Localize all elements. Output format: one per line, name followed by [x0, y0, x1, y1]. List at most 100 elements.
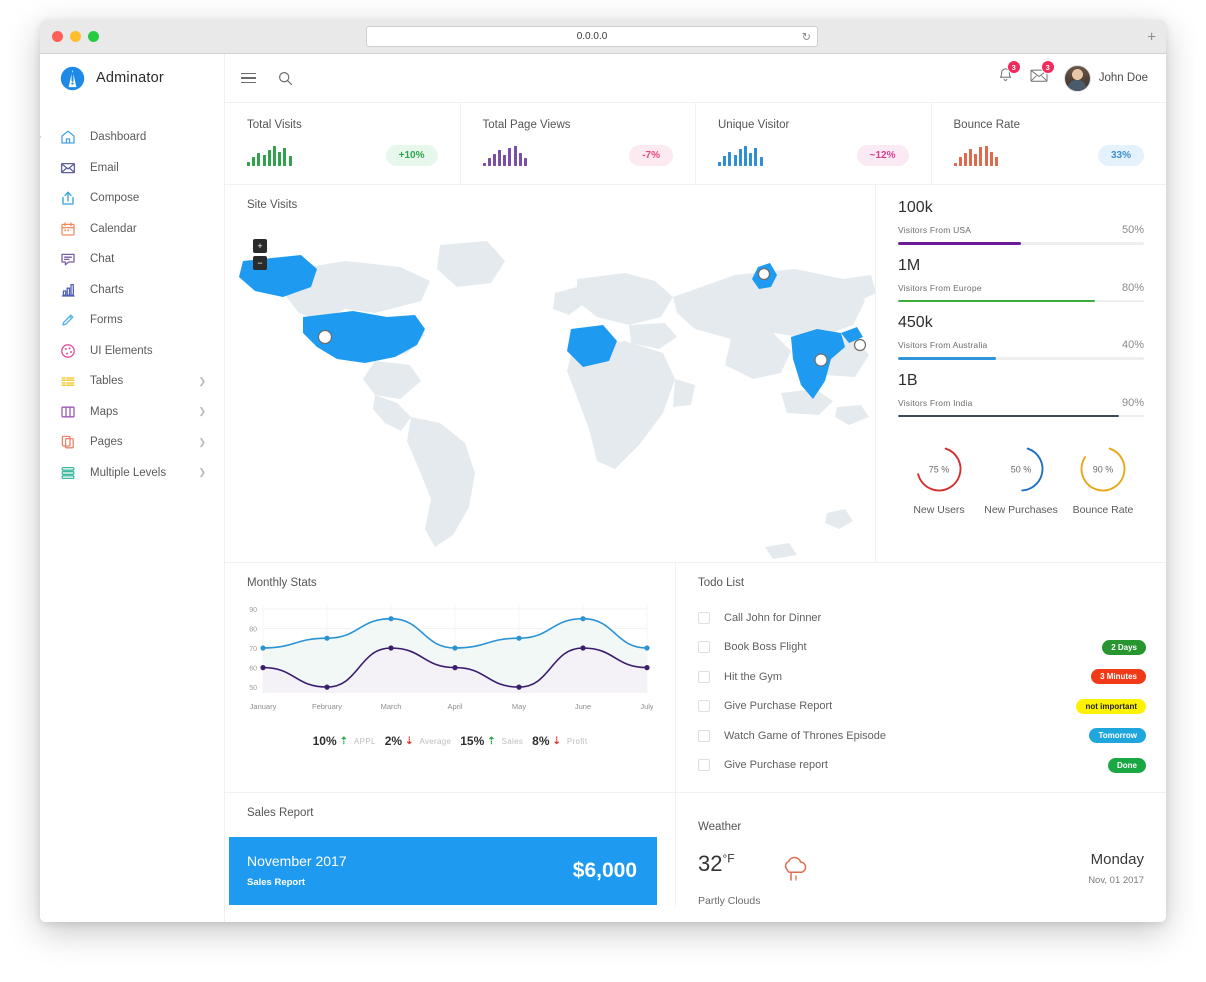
todo-badge: 3 Minutes [1091, 669, 1146, 685]
sidebar-item-label: Charts [90, 283, 124, 296]
todo-item[interactable]: Give Purchase Report not important [698, 692, 1146, 722]
brand[interactable]: Adminator [40, 54, 224, 102]
sales-weather-row: Sales Report November 2017 Sales Report … [225, 793, 1166, 907]
chevron-right-icon: ❯ [198, 436, 206, 447]
stat-card-badge: +10% [385, 145, 438, 166]
todo-badge: not important [1076, 698, 1146, 714]
sidebar-item-tables[interactable]: Tables ❯ [40, 366, 224, 397]
visitor-label: Visitors From India [898, 397, 973, 408]
reload-icon[interactable]: ↻ [802, 30, 811, 43]
visitor-stat: 1M Visitors From Europe 80% [898, 256, 1144, 302]
todo-item[interactable]: Watch Game of Thrones Episode Tomorrow [698, 721, 1146, 751]
chart-footer-value: 10% [312, 734, 337, 748]
todo-checkbox[interactable] [698, 729, 710, 742]
map-zoom-out-button[interactable]: − [253, 256, 267, 270]
sidebar-item-maps[interactable]: Maps ❯ [40, 397, 224, 428]
chat-icon [61, 254, 75, 266]
sidebar-item-chat[interactable]: Chat [40, 244, 224, 275]
svg-text:July: July [640, 702, 653, 711]
map-zoom-in-button[interactable]: + [253, 239, 267, 253]
site-visits-title: Site Visits [247, 199, 298, 211]
stat-card-title: Total Visits [247, 119, 302, 131]
sidebar-item-calendar[interactable]: Calendar [40, 214, 224, 245]
pencil-icon [62, 314, 74, 326]
todo-checkbox[interactable] [698, 611, 710, 624]
sidebar-item-label: Dashboard [90, 131, 147, 144]
todo-item[interactable]: Give Purchase report Done [698, 751, 1146, 781]
visitor-label: Visitors From Europe [898, 282, 982, 293]
progress-fill [898, 242, 1021, 245]
window-controls[interactable] [40, 31, 99, 42]
sidebar-item-label: Email [90, 161, 119, 174]
search-icon[interactable] [278, 71, 293, 86]
bell-badge: 3 [1006, 60, 1021, 74]
todo-badge: Tomorrow [1089, 728, 1146, 744]
sidebar-item-multiple-levels[interactable]: Multiple Levels ❯ [40, 458, 224, 489]
minimize-window-button[interactable] [70, 31, 81, 42]
new-tab-button[interactable]: + [1147, 29, 1156, 44]
mail-badge: 3 [1040, 60, 1055, 74]
todo-item[interactable]: Book Boss Flight 2 Days [698, 633, 1146, 663]
todo-label: Watch Game of Thrones Episode [724, 729, 887, 742]
donut-chart-icon: 90 % [1080, 446, 1126, 492]
messages-button[interactable]: 3 [1030, 60, 1055, 89]
cloud-icon [785, 856, 807, 881]
weather-condition: Partly Clouds [698, 895, 761, 907]
sidebar-item-label: Maps [90, 405, 119, 418]
main-column: 3 3 John Doe Total Visits +10% Total Pag… [225, 54, 1166, 922]
line-chart-svg: 50 60 70 80 90 January February March April May Ju… [249, 605, 654, 711]
notifications-button[interactable]: 3 [997, 60, 1021, 89]
svg-text:90: 90 [249, 607, 257, 614]
stat-card: Bounce Rate 33% [932, 103, 1167, 184]
sidebar: Adminator Dashboard Email Compose Calendar C… [40, 54, 225, 922]
todo-item[interactable]: Hit the Gym 3 Minutes [698, 662, 1146, 692]
visitor-stat: 1B Visitors From India 90% [898, 371, 1144, 417]
visitor-percent: 80% [1121, 281, 1144, 294]
todo-label: Book Boss Flight [724, 641, 807, 654]
sidebar-item-email[interactable]: Email [40, 153, 224, 184]
donut-label: New Users [913, 504, 965, 516]
sales-banner[interactable]: November 2017 Sales Report $6,000 [229, 837, 657, 905]
address-bar[interactable]: 0.0.0.0 ↻ [366, 26, 818, 47]
stat-card-title: Unique Visitor [718, 119, 790, 131]
sidebar-item-pages[interactable]: Pages ❯ [40, 427, 224, 458]
sidebar-item-label: Tables [90, 375, 124, 388]
todo-checkbox[interactable] [698, 759, 710, 772]
todo-list: Call John for Dinner Book Boss Flight 2 Da… [698, 603, 1146, 780]
chart-footer-stat: 10% ⇡ APPL [313, 734, 376, 748]
svg-text:80: 80 [249, 627, 257, 634]
sidebar-item-compose[interactable]: Compose [40, 183, 224, 214]
visitor-value: 450k [898, 314, 933, 331]
weather-temp-unit: °F [722, 851, 735, 866]
sidebar-item-ui-elements[interactable]: UI Elements [40, 336, 224, 367]
chart-footer-label: Profit [566, 736, 588, 746]
weather-title: Weather [698, 821, 742, 833]
visitors-list: 100k Visitors From USA 50% 1M Visitors From … [898, 199, 1144, 417]
close-window-button[interactable] [52, 31, 63, 42]
todo-checkbox[interactable] [698, 641, 710, 654]
user-menu[interactable]: John Doe [1063, 64, 1148, 92]
visitor-value: 1B [898, 371, 918, 389]
sidebar-item-label: Compose [90, 192, 140, 205]
svg-text:March: March [381, 702, 402, 711]
chart-footer-stat: 8% ⇣ Profit [532, 734, 587, 748]
stat-card: Unique Visitor ~12% [696, 103, 932, 184]
todo-item[interactable]: Call John for Dinner [698, 603, 1146, 633]
active-indicator [40, 133, 41, 141]
bar-chart-icon [61, 283, 75, 297]
sidebar-item-dashboard[interactable]: Dashboard [40, 122, 224, 153]
visitor-value: 1M [898, 256, 921, 274]
chevron-right-icon: ❯ [198, 467, 206, 478]
sidebar-item-forms[interactable]: Forms [40, 305, 224, 336]
visitor-stat: 100k Visitors From USA 50% [898, 199, 1144, 245]
todo-checkbox[interactable] [698, 700, 710, 713]
hamburger-icon[interactable] [241, 72, 256, 84]
todo-checkbox[interactable] [698, 670, 710, 683]
arrow-down-icon: ⇣ [552, 735, 561, 747]
stat-card: Total Visits +10% [225, 103, 461, 184]
map-zoom-controls[interactable]: + − [253, 239, 267, 270]
sidebar-item-charts[interactable]: Charts [40, 275, 224, 306]
world-map[interactable]: + − [225, 217, 1027, 562]
maximize-window-button[interactable] [88, 31, 99, 42]
stat-card-title: Bounce Rate [953, 119, 1021, 131]
